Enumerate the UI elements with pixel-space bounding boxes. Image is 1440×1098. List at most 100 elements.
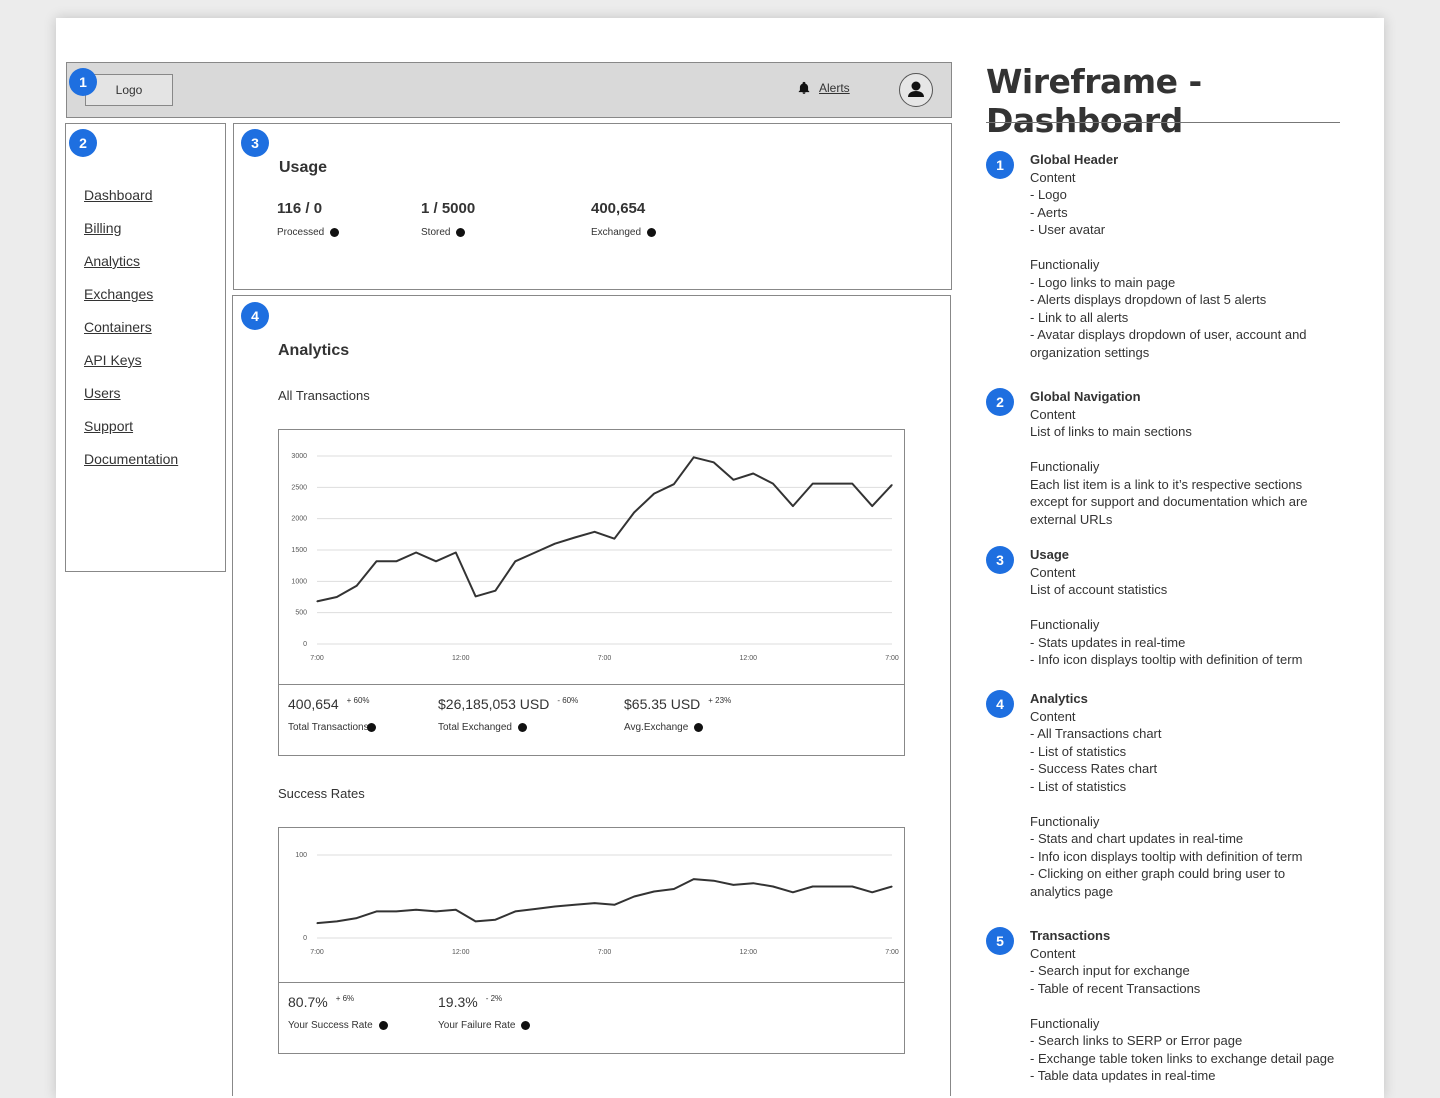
x-tick-label: 12:00 <box>739 655 757 662</box>
data-point <box>594 902 596 904</box>
data-point <box>633 895 635 898</box>
all-transactions-chart[interactable]: 0 500 1000 1500 2000 2500 3000 7:00 12:00 7:00 12:… <box>279 430 904 684</box>
note-spacer <box>1030 441 1350 459</box>
global-header: Logo Alerts <box>66 62 952 118</box>
kpi-delta: - 2% <box>485 994 503 1003</box>
note-spacer <box>1030 239 1350 257</box>
data-point <box>356 585 358 587</box>
data-point <box>713 461 715 463</box>
sidebar-item-containers[interactable]: Containers <box>84 319 152 335</box>
note-line: Functionaliy <box>1030 1015 1100 1031</box>
data-point <box>792 891 794 893</box>
data-point <box>336 920 338 922</box>
info-icon[interactable] <box>330 228 340 237</box>
note-line: - User avatar <box>1030 222 1106 237</box>
data-point <box>455 551 457 554</box>
sidebar-item-dashboard[interactable]: Dashboard <box>84 187 153 203</box>
kpi-value: 80.7% <box>288 994 328 1010</box>
sidebar-item-users[interactable]: Users <box>84 385 121 401</box>
info-icon[interactable] <box>378 1021 388 1030</box>
analytics-panel: Analytics All Transactions 0 500 1000 1500 2… <box>232 295 951 1096</box>
logo[interactable]: Logo <box>85 74 173 106</box>
data-point <box>752 472 754 475</box>
note-marker-2: 2 <box>986 388 1014 416</box>
info-icon[interactable] <box>647 228 657 237</box>
usage-title: Usage <box>279 159 328 176</box>
x-tick-label: 7:00 <box>598 949 612 956</box>
kpi-delta: + 23% <box>708 696 732 705</box>
notes-title: Wireframe - Dashboard <box>986 62 1202 140</box>
x-tick-label: 7:00 <box>885 655 899 662</box>
data-point <box>871 891 873 893</box>
sidebar-item-billing[interactable]: Billing <box>84 220 121 236</box>
note-line: Content <box>1030 169 1076 185</box>
note-line: - Info icon displays tooltip with defini… <box>1030 652 1303 667</box>
info-icon[interactable] <box>694 723 704 732</box>
data-point <box>375 560 378 562</box>
note-line: - Avatar displays dropdown of user, acco… <box>1030 327 1307 342</box>
usage-stat-stored: 1 / 5000 Stored <box>421 200 475 238</box>
sidebar-item-api-keys[interactable]: API Keys <box>84 352 142 368</box>
data-point <box>831 885 834 888</box>
info-icon[interactable] <box>366 723 376 732</box>
note-transactions: Transactions Content - Search input for ex… <box>1030 927 1350 1085</box>
note-line: - List of statistics <box>1030 743 1127 759</box>
y-tick-label: 0 <box>303 935 307 942</box>
data-point <box>415 551 417 554</box>
note-line: Content <box>1030 945 1076 961</box>
data-point <box>375 910 378 912</box>
data-point <box>812 885 814 888</box>
note-heading: Global Header <box>1030 152 1119 167</box>
note-line: - Logo links to main page <box>1030 274 1176 290</box>
note-line: organization settings <box>1030 344 1150 360</box>
sidebar-item-documentation[interactable]: Documentation <box>84 451 178 467</box>
data-point <box>554 543 556 545</box>
global-navigation: Dashboard Billing Analytics Exchanges Co… <box>65 123 226 572</box>
kpi-value: 19.3% <box>438 994 478 1010</box>
sidebar-item-support[interactable]: Support <box>84 418 133 434</box>
data-point <box>673 888 675 890</box>
y-tick-label: 1000 <box>291 578 307 585</box>
data-point <box>435 910 437 912</box>
note-heading: Global Navigation <box>1030 389 1141 404</box>
note-line: List of links to main sections <box>1030 424 1192 439</box>
note-line: - Clicking on either graph could bring u… <box>1030 866 1286 881</box>
kpi-delta: + 6% <box>335 994 355 1003</box>
user-avatar[interactable] <box>899 73 933 107</box>
kpi-value: 400,654 <box>288 696 339 712</box>
success-rates-card[interactable]: 0 100 7:00 12:00 7:00 12:00 7:00 80.7% + 6% You… <box>278 827 905 1054</box>
x-tick-label: 12:00 <box>452 655 470 662</box>
note-line: - Exchange table token links to exchange… <box>1030 1050 1335 1066</box>
data-point <box>653 890 655 893</box>
stat-label: Processed <box>277 227 325 238</box>
divider <box>279 684 904 685</box>
info-icon[interactable] <box>456 228 466 237</box>
kpi-success-rate: 80.7% + 6% Your Success Rate <box>288 994 388 1031</box>
note-line: analytics page <box>1030 883 1114 899</box>
kpi-delta: - 60% <box>557 696 579 705</box>
note-spacer <box>1030 795 1350 813</box>
sidebar-item-analytics[interactable]: Analytics <box>84 253 140 269</box>
info-icon[interactable] <box>517 723 527 732</box>
success-rates-chart[interactable]: 0 100 7:00 12:00 7:00 12:00 7:00 <box>279 828 904 982</box>
data-point <box>574 536 576 539</box>
data-point <box>613 538 615 540</box>
note-heading: Analytics <box>1030 691 1088 706</box>
data-point <box>613 904 615 906</box>
data-point <box>534 551 536 554</box>
kpi-label: Your Failure Rate <box>438 1020 516 1031</box>
note-line: - Alerts displays dropdown of last 5 ale… <box>1030 292 1267 307</box>
data-point <box>514 910 516 912</box>
note-global-navigation: Global Navigation Content List of links to… <box>1030 388 1350 528</box>
data-point <box>395 910 397 912</box>
x-tick-label: 7:00 <box>885 949 899 956</box>
x-tick-label: 7:00 <box>598 655 612 662</box>
note-line: - Stats updates in real-time <box>1030 634 1186 650</box>
alerts-link[interactable]: Alerts <box>797 81 850 95</box>
all-transactions-card[interactable]: 0 500 1000 1500 2000 2500 3000 7:00 12:00 7:00 12:… <box>278 429 905 756</box>
data-point <box>792 505 794 507</box>
note-marker-1: 1 <box>986 151 1014 179</box>
info-icon[interactable] <box>521 1021 531 1030</box>
data-point <box>475 920 477 922</box>
sidebar-item-exchanges[interactable]: Exchanges <box>84 286 153 302</box>
